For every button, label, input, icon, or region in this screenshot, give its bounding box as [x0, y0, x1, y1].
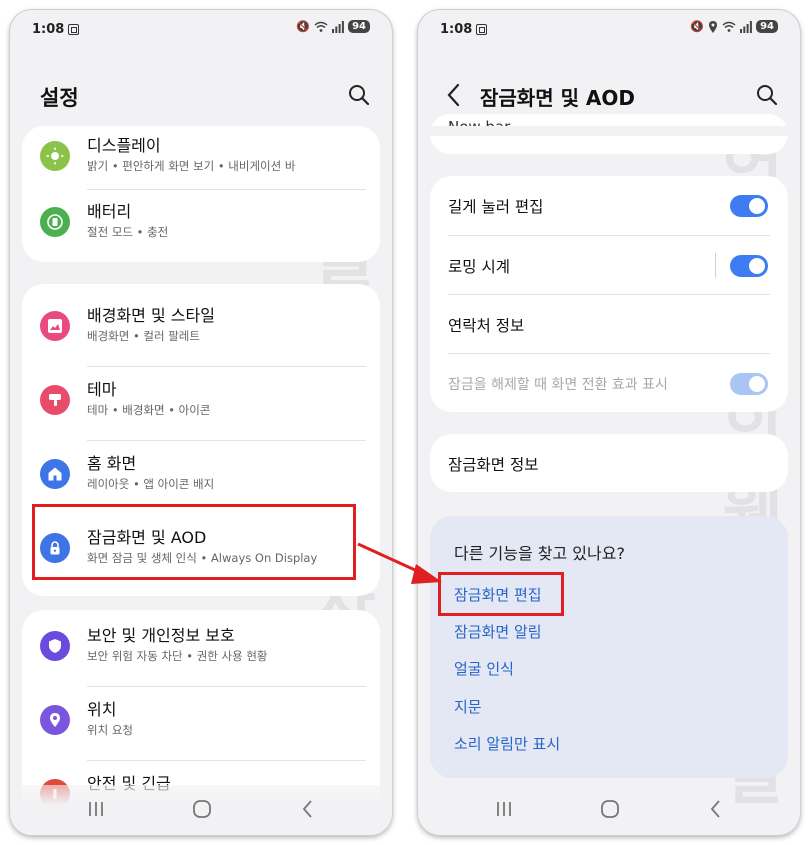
page-title: 잠금화면 및 AOD — [480, 86, 636, 110]
page-title: 설정 — [40, 86, 79, 110]
home-button-icon[interactable] — [598, 797, 622, 821]
related-features-panel: 다른 기능을 찾고 있나요? 잠금화면 편집 잠금화면 알림 얼굴 인식 지문 … — [430, 516, 788, 778]
status-bar: 1:08 🔇 94 — [10, 20, 392, 42]
settings-item-display[interactable]: 디스플레이 밝기 • 편안하게 화면 보기 • 내비게이션 바 — [22, 126, 380, 196]
lockscreen-info-label: 잠금화면 정보 — [448, 456, 539, 474]
shield-icon — [40, 631, 70, 661]
mute-icon: 🔇 — [690, 20, 705, 33]
unlock-transition-toggle — [730, 373, 768, 395]
lockscreen-highlight-box — [32, 504, 356, 580]
settings-item-sub: 레이아웃 • 앱 아이콘 배지 — [87, 477, 215, 491]
back-button-icon[interactable] — [704, 797, 728, 821]
signal-icon — [332, 20, 344, 33]
navigation-bar — [10, 785, 392, 835]
link-sound-notifications-only[interactable]: 소리 알림만 표시 — [454, 733, 560, 754]
settings-screen: 1:08 🔇 94 설정 엉클샘의웹자료실 디스플레이 밝기 • 편안하게 화면… — [10, 10, 392, 835]
lockscreen-options-card: 길게 눌러 편집 로밍 시계 연락처 정보 잠금을 해제할 때 화면 전환 효과… — [430, 176, 788, 412]
status-time: 1:08 — [440, 22, 473, 37]
settings-item-security[interactable]: 보안 및 개인정보 보호 보안 위험 자동 차단 • 권한 사용 현황 — [22, 616, 380, 686]
settings-item-sub: 밝기 • 편안하게 화면 보기 • 내비게이션 바 — [87, 159, 296, 173]
settings-item-label: 홈 화면 — [87, 454, 137, 473]
wifi-icon — [722, 21, 736, 32]
app-header: 잠금화면 및 AOD — [418, 76, 800, 116]
home-icon — [40, 459, 70, 489]
option-label: 길게 눌러 편집 — [448, 198, 544, 216]
long-press-edit-toggle[interactable] — [730, 195, 768, 217]
location-status-icon — [709, 20, 718, 33]
option-label: 로밍 시계 — [448, 258, 510, 276]
wifi-icon — [314, 21, 328, 32]
related-features-question: 다른 기능을 찾고 있나요? — [454, 544, 625, 563]
option-unlock-transition: 잠금을 해제할 때 화면 전환 효과 표시 — [430, 354, 788, 412]
settings-item-sub: 위치 요청 — [87, 723, 133, 737]
theme-brush-icon — [40, 385, 70, 415]
mute-icon: 🔇 — [296, 20, 311, 33]
option-roaming-clock[interactable]: 로밍 시계 — [430, 236, 788, 294]
battery-indicator: 94 — [756, 20, 778, 33]
settings-item-sub: 보안 위험 자동 차단 • 권한 사용 현황 — [87, 649, 268, 663]
recent-apps-icon[interactable] — [492, 797, 516, 821]
link-lockscreen-notifications[interactable]: 잠금화면 알림 — [454, 621, 542, 642]
screenshot-icon — [68, 24, 79, 35]
lockscreen-edit-highlight-box — [438, 572, 564, 616]
settings-item-sub: 절전 모드 • 충전 — [87, 225, 169, 239]
option-label: 잠금을 해제할 때 화면 전환 효과 표시 — [448, 377, 668, 393]
link-face-recognition[interactable]: 얼굴 인식 — [454, 658, 514, 679]
lockscreen-aod-screen: 1:08 🔇 94 잠금화면 및 AOD 엉클샘의웹자료실 Now bar 길게… — [418, 10, 800, 835]
battery-icon — [40, 207, 70, 237]
wallpaper-icon — [40, 311, 70, 341]
display-icon — [40, 141, 70, 171]
back-arrow-icon[interactable] — [442, 82, 466, 108]
settings-item-wallpaper[interactable]: 배경화면 및 스타일 배경화면 • 컬러 팔레트 — [22, 296, 380, 366]
roaming-clock-toggle[interactable] — [730, 255, 768, 277]
settings-item-label: 배경화면 및 스타일 — [87, 306, 215, 325]
app-header: 설정 — [10, 76, 392, 116]
settings-item-label: 위치 — [87, 700, 117, 719]
back-button-icon[interactable] — [296, 797, 320, 821]
settings-item-label: 디스플레이 — [87, 136, 161, 155]
lockscreen-info-card[interactable]: 잠금화면 정보 — [430, 434, 788, 492]
settings-item-location[interactable]: 위치 위치 요청 — [22, 690, 380, 760]
settings-item-label: 배터리 — [87, 202, 132, 221]
settings-item-label: 테마 — [87, 380, 117, 399]
status-time: 1:08 — [32, 22, 65, 37]
option-label: 연락처 정보 — [448, 317, 525, 335]
search-icon[interactable] — [346, 82, 372, 108]
navigation-bar — [418, 785, 800, 835]
settings-item-sub: 배경화면 • 컬러 팔레트 — [87, 329, 200, 343]
screenshot-icon — [476, 24, 487, 35]
link-fingerprint[interactable]: 지문 — [454, 696, 482, 717]
search-icon[interactable] — [754, 82, 780, 108]
signal-icon — [740, 20, 752, 33]
settings-item-battery[interactable]: 배터리 절전 모드 • 충전 — [22, 192, 380, 262]
settings-group-1: 디스플레이 밝기 • 편안하게 화면 보기 • 내비게이션 바 배터리 절전 모… — [22, 126, 380, 262]
option-contact-info[interactable]: 연락처 정보 — [430, 295, 788, 353]
recent-apps-icon[interactable] — [84, 797, 108, 821]
location-pin-icon — [40, 705, 70, 735]
settings-item-label: 보안 및 개인정보 보호 — [87, 626, 235, 645]
home-button-icon[interactable] — [190, 797, 214, 821]
settings-item-sub: 테마 • 배경화면 • 아이콘 — [87, 403, 211, 417]
status-bar: 1:08 🔇 94 — [418, 20, 800, 42]
battery-indicator: 94 — [348, 20, 370, 33]
annotation-arrow-icon — [357, 542, 442, 584]
option-long-press-edit[interactable]: 길게 눌러 편집 — [430, 176, 788, 234]
settings-item-theme[interactable]: 테마 테마 • 배경화면 • 아이콘 — [22, 370, 380, 440]
